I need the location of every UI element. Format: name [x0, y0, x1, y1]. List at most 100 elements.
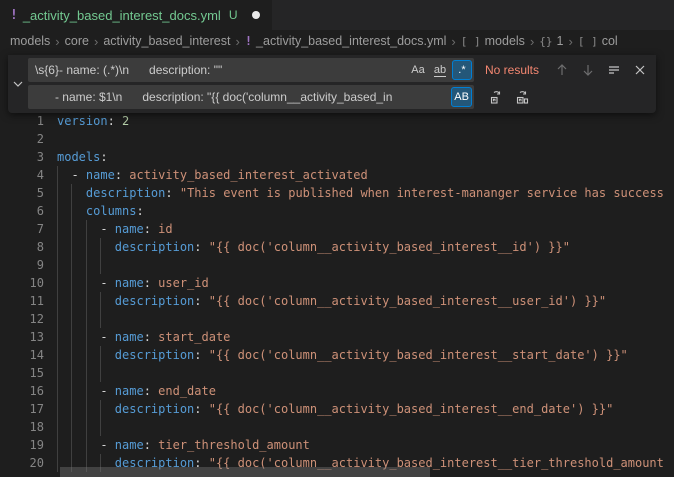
replace-button[interactable] — [486, 87, 507, 108]
code-token: name — [115, 276, 144, 290]
code-token: "{{ doc('column__activity_based_interest… — [209, 348, 628, 362]
line-number: 16 — [0, 382, 44, 400]
code-line[interactable]: 1version: 2 — [0, 112, 674, 130]
code-line[interactable]: 16 - name: end_date — [0, 382, 674, 400]
breadcrumb-item-models[interactable]: models — [10, 34, 50, 48]
horizontal-scrollbar-thumb[interactable] — [60, 467, 430, 477]
breadcrumb-item-1[interactable]: {}1 — [539, 34, 563, 48]
indent-guide — [57, 310, 58, 328]
breadcrumb-label: activity_based_interest — [103, 34, 230, 48]
editor-code-area[interactable]: 1version: 223models:4 - name: activity_b… — [0, 112, 674, 472]
indent-guide — [57, 436, 58, 454]
indent-guide — [100, 418, 101, 436]
indent-guide — [86, 382, 87, 400]
indent-guide — [71, 274, 72, 292]
code-token: : — [165, 186, 179, 200]
indent-guide — [86, 274, 87, 292]
code-line[interactable]: 18 — [0, 418, 674, 436]
line-number: 1 — [0, 112, 44, 130]
code-token: "{{ doc('column__activity_based_interest… — [209, 294, 606, 308]
code-line[interactable]: 14 description: "{{ doc('column__activit… — [0, 346, 674, 364]
code-token: description — [115, 294, 194, 308]
line-number: 17 — [0, 400, 44, 418]
breadcrumb-separator-icon: › — [568, 34, 572, 49]
code-line[interactable]: 2 — [0, 130, 674, 148]
breadcrumb-label: 1 — [557, 34, 564, 48]
code-token: version — [57, 114, 108, 128]
code-token: : — [100, 150, 107, 164]
toggle-replace-button[interactable] — [8, 55, 28, 113]
code-line[interactable]: 13 - name: start_date — [0, 328, 674, 346]
code-line[interactable]: 9 — [0, 256, 674, 274]
preserve-case-toggle[interactable]: AB — [451, 87, 472, 107]
chevron-down-icon — [12, 78, 24, 90]
indent-guide — [71, 382, 72, 400]
line-content: description: "{{ doc('column__activity_b… — [57, 292, 674, 310]
breadcrumb-item--activity-based-interest-docs-yml[interactable]: !_activity_based_interest_docs.yml — [245, 34, 447, 48]
tab-activity-based-interest-docs[interactable]: ! _activity_based_interest_docs.yml U — [0, 0, 273, 30]
code-token: : — [194, 348, 208, 362]
code-token: : — [144, 222, 158, 236]
close-find-button[interactable] — [629, 60, 650, 81]
breadcrumb: models›core›activity_based_interest›!_ac… — [0, 30, 674, 52]
breadcrumb-separator-icon: › — [235, 34, 239, 49]
line-number: 13 — [0, 328, 44, 346]
breadcrumb-label: col — [602, 34, 618, 48]
line-content: description: "This event is published wh… — [57, 184, 674, 202]
indent-guide — [57, 292, 58, 310]
whole-word-toggle[interactable]: ab — [430, 60, 450, 80]
code-line[interactable]: 5 description: "This event is published … — [0, 184, 674, 202]
line-number: 3 — [0, 148, 44, 166]
symbol-array-icon: [ ] — [578, 35, 598, 48]
find-input[interactable]: \s{6}- name: (.*)\n description: "" Aa a… — [28, 58, 474, 82]
code-token: description — [115, 348, 194, 362]
replace-input[interactable]: - name: $1\n description: "{{ doc('colum… — [28, 85, 474, 109]
indent-guide — [57, 238, 58, 256]
line-content: columns: — [57, 202, 674, 220]
line-number: 12 — [0, 310, 44, 328]
find-in-selection-button[interactable] — [603, 60, 624, 81]
code-line[interactable]: 10 - name: user_id — [0, 274, 674, 292]
code-token: activity_based_interest_activated — [129, 168, 367, 182]
code-line[interactable]: 8 description: "{{ doc('column__activity… — [0, 238, 674, 256]
code-line[interactable]: 3models: — [0, 148, 674, 166]
code-line[interactable]: 19 - name: tier_threshold_amount — [0, 436, 674, 454]
code-line[interactable]: 17 description: "{{ doc('column__activit… — [0, 400, 674, 418]
indent-guide — [57, 166, 58, 184]
code-line[interactable]: 15 — [0, 364, 674, 382]
breadcrumb-item-models[interactable]: [ ]models — [461, 34, 525, 48]
line-content: - name: user_id — [57, 274, 674, 292]
code-token: user_id — [158, 276, 209, 290]
code-token: columns — [86, 204, 137, 218]
indent-guide — [86, 292, 87, 310]
code-token: : — [108, 114, 122, 128]
code-line[interactable]: 4 - name: activity_based_interest_activa… — [0, 166, 674, 184]
code-line[interactable]: 11 description: "{{ doc('column__activit… — [0, 292, 674, 310]
indent-guide — [57, 184, 58, 202]
breadcrumb-item-activity-based-interest[interactable]: activity_based_interest — [103, 34, 230, 48]
find-actions — [551, 60, 650, 81]
code-token: : — [115, 168, 129, 182]
match-case-toggle[interactable]: Aa — [408, 60, 428, 80]
indent-guide — [100, 238, 101, 256]
next-match-button[interactable] — [577, 60, 598, 81]
previous-match-button[interactable] — [551, 60, 572, 81]
code-token: "This event is published when interest-m… — [180, 186, 664, 200]
code-line[interactable]: 12 — [0, 310, 674, 328]
regex-toggle[interactable]: .* — [452, 60, 472, 80]
code-line[interactable]: 6 columns: — [0, 202, 674, 220]
code-line[interactable]: 7 - name: id — [0, 220, 674, 238]
breadcrumb-item-core[interactable]: core — [65, 34, 89, 48]
replace-row: - name: $1\n description: "{{ doc('colum… — [28, 85, 650, 109]
indent-guide — [57, 328, 58, 346]
find-results-status: No results — [485, 63, 539, 77]
git-untracked-badge: U — [229, 8, 238, 22]
modified-dot-icon[interactable] — [252, 11, 260, 19]
breadcrumb-item-col[interactable]: [ ] col — [578, 34, 618, 48]
replace-all-button[interactable] — [512, 87, 533, 108]
indent-guide — [71, 184, 72, 202]
editor-tab-bar: ! _activity_based_interest_docs.yml U — [0, 0, 674, 30]
indent-guide — [71, 202, 72, 220]
indent-guide — [57, 220, 58, 238]
indent-guide — [71, 400, 72, 418]
